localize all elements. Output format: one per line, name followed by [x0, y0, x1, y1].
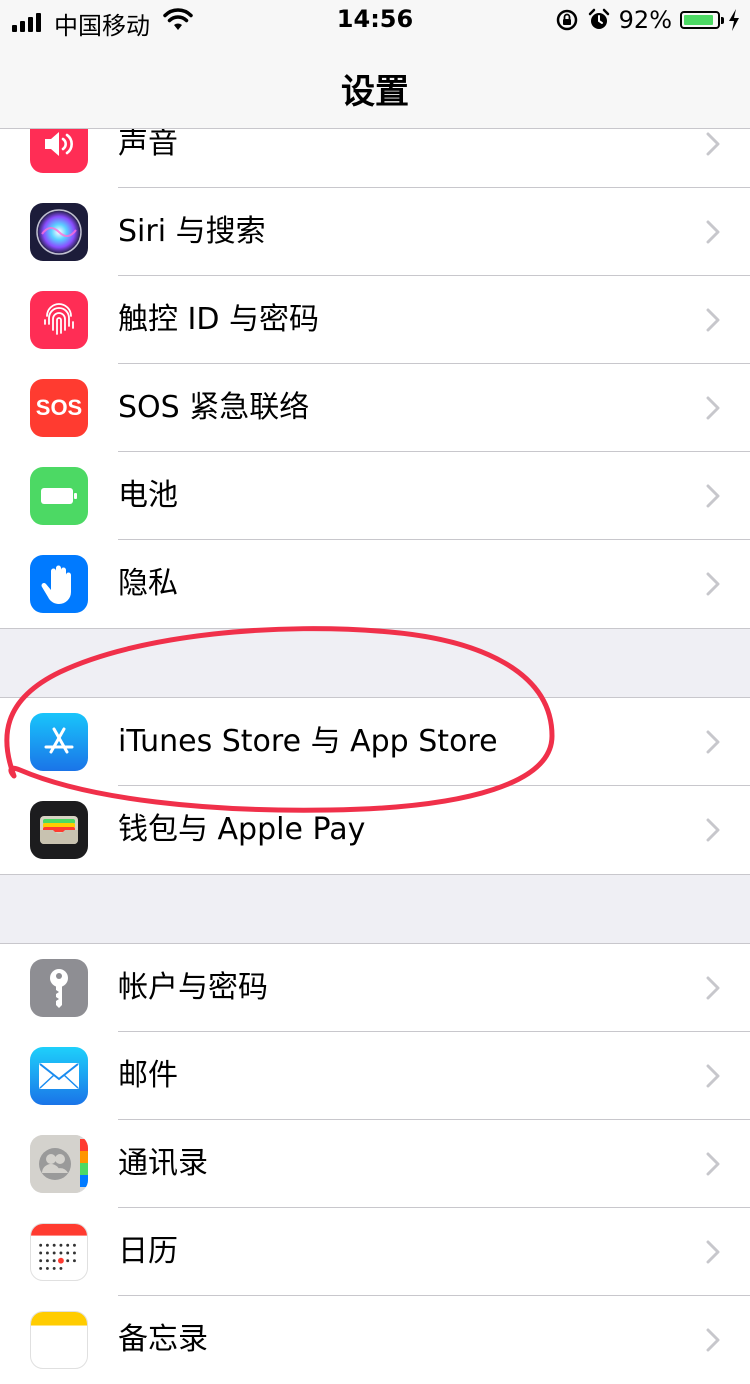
sos-icon: SOS — [30, 379, 88, 437]
settings-row-wallet[interactable]: 钱包与 Apple Pay — [0, 786, 750, 874]
notes-icon — [30, 1311, 88, 1369]
chevron-right-icon — [706, 1064, 720, 1088]
app-store-icon — [30, 713, 88, 771]
settings-row-touch-id[interactable]: 触控 ID 与密码 — [0, 276, 750, 364]
rotation-lock-icon — [556, 9, 577, 31]
key-icon — [30, 959, 88, 1017]
settings-row-label: 通讯录 — [118, 1146, 208, 1181]
settings-group-1: 声音 Siri 与搜索 触控 ID 与密码 SOS SOS 紧急联络 电池 隐私 — [0, 100, 750, 629]
settings-group-2: iTunes Store 与 App Store 钱包与 Apple Pay — [0, 697, 750, 875]
settings-row-accounts-passwords[interactable]: 帐户与密码 — [0, 944, 750, 1032]
settings-row-label: 触控 ID 与密码 — [118, 302, 320, 337]
battery-indicator-icon — [680, 11, 724, 29]
alarm-icon — [588, 8, 609, 29]
wallet-icon — [30, 801, 88, 859]
fingerprint-icon — [30, 291, 88, 349]
settings-row-contacts[interactable]: 通讯录 — [0, 1120, 750, 1208]
settings-row-calendar[interactable]: 日历 — [0, 1208, 750, 1296]
settings-row-privacy[interactable]: 隐私 — [0, 540, 750, 628]
status-right: 92% — [555, 6, 740, 34]
settings-row-label: 邮件 — [118, 1058, 178, 1093]
chevron-right-icon — [706, 220, 720, 244]
settings-row-sos[interactable]: SOS SOS 紧急联络 — [0, 364, 750, 452]
settings-row-label: 日历 — [118, 1234, 178, 1269]
chevron-right-icon — [706, 976, 720, 1000]
chevron-right-icon — [706, 818, 720, 842]
settings-row-battery[interactable]: 电池 — [0, 452, 750, 540]
settings-row-label: 电池 — [118, 478, 178, 513]
hand-icon — [30, 555, 88, 613]
charging-bolt-icon — [729, 9, 739, 31]
settings-row-label: 帐户与密码 — [118, 970, 268, 1005]
settings-row-label: SOS 紧急联络 — [118, 390, 310, 425]
chevron-right-icon — [706, 1328, 720, 1352]
battery-icon — [30, 467, 88, 525]
contacts-icon — [30, 1135, 88, 1193]
status-bar: 中国移动 14:56 92% — [0, 0, 750, 40]
settings-row-siri[interactable]: Siri 与搜索 — [0, 188, 750, 276]
chevron-right-icon — [706, 308, 720, 332]
settings-row-label: iTunes Store 与 App Store — [118, 724, 498, 759]
battery-percent: 92% — [618, 6, 672, 34]
siri-icon — [30, 203, 88, 261]
battery-fill — [684, 15, 714, 25]
settings-row-itunes-app-store[interactable]: iTunes Store 与 App Store — [0, 698, 750, 786]
chevron-right-icon — [706, 1240, 720, 1264]
chevron-right-icon — [706, 730, 720, 754]
calendar-icon — [30, 1223, 88, 1281]
chevron-right-icon — [706, 396, 720, 420]
settings-row-label: 备忘录 — [118, 1322, 208, 1357]
chevron-right-icon — [706, 572, 720, 596]
page-title: 设置 — [341, 72, 409, 112]
settings-group-3: 帐户与密码 邮件 通讯录 日历 备忘录 — [0, 943, 750, 1384]
settings-row-label: 隐私 — [118, 566, 178, 601]
chevron-right-icon — [706, 132, 720, 156]
settings-row-label: 钱包与 Apple Pay — [118, 812, 366, 847]
chevron-right-icon — [706, 1152, 720, 1176]
settings-row-mail[interactable]: 邮件 — [0, 1032, 750, 1120]
settings-row-notes[interactable]: 备忘录 — [0, 1296, 750, 1384]
top-bar: 中国移动 14:56 92% 设置 — [0, 0, 750, 129]
chevron-right-icon — [706, 484, 720, 508]
settings-row-label: Siri 与搜索 — [118, 214, 266, 249]
mail-icon — [30, 1047, 88, 1105]
